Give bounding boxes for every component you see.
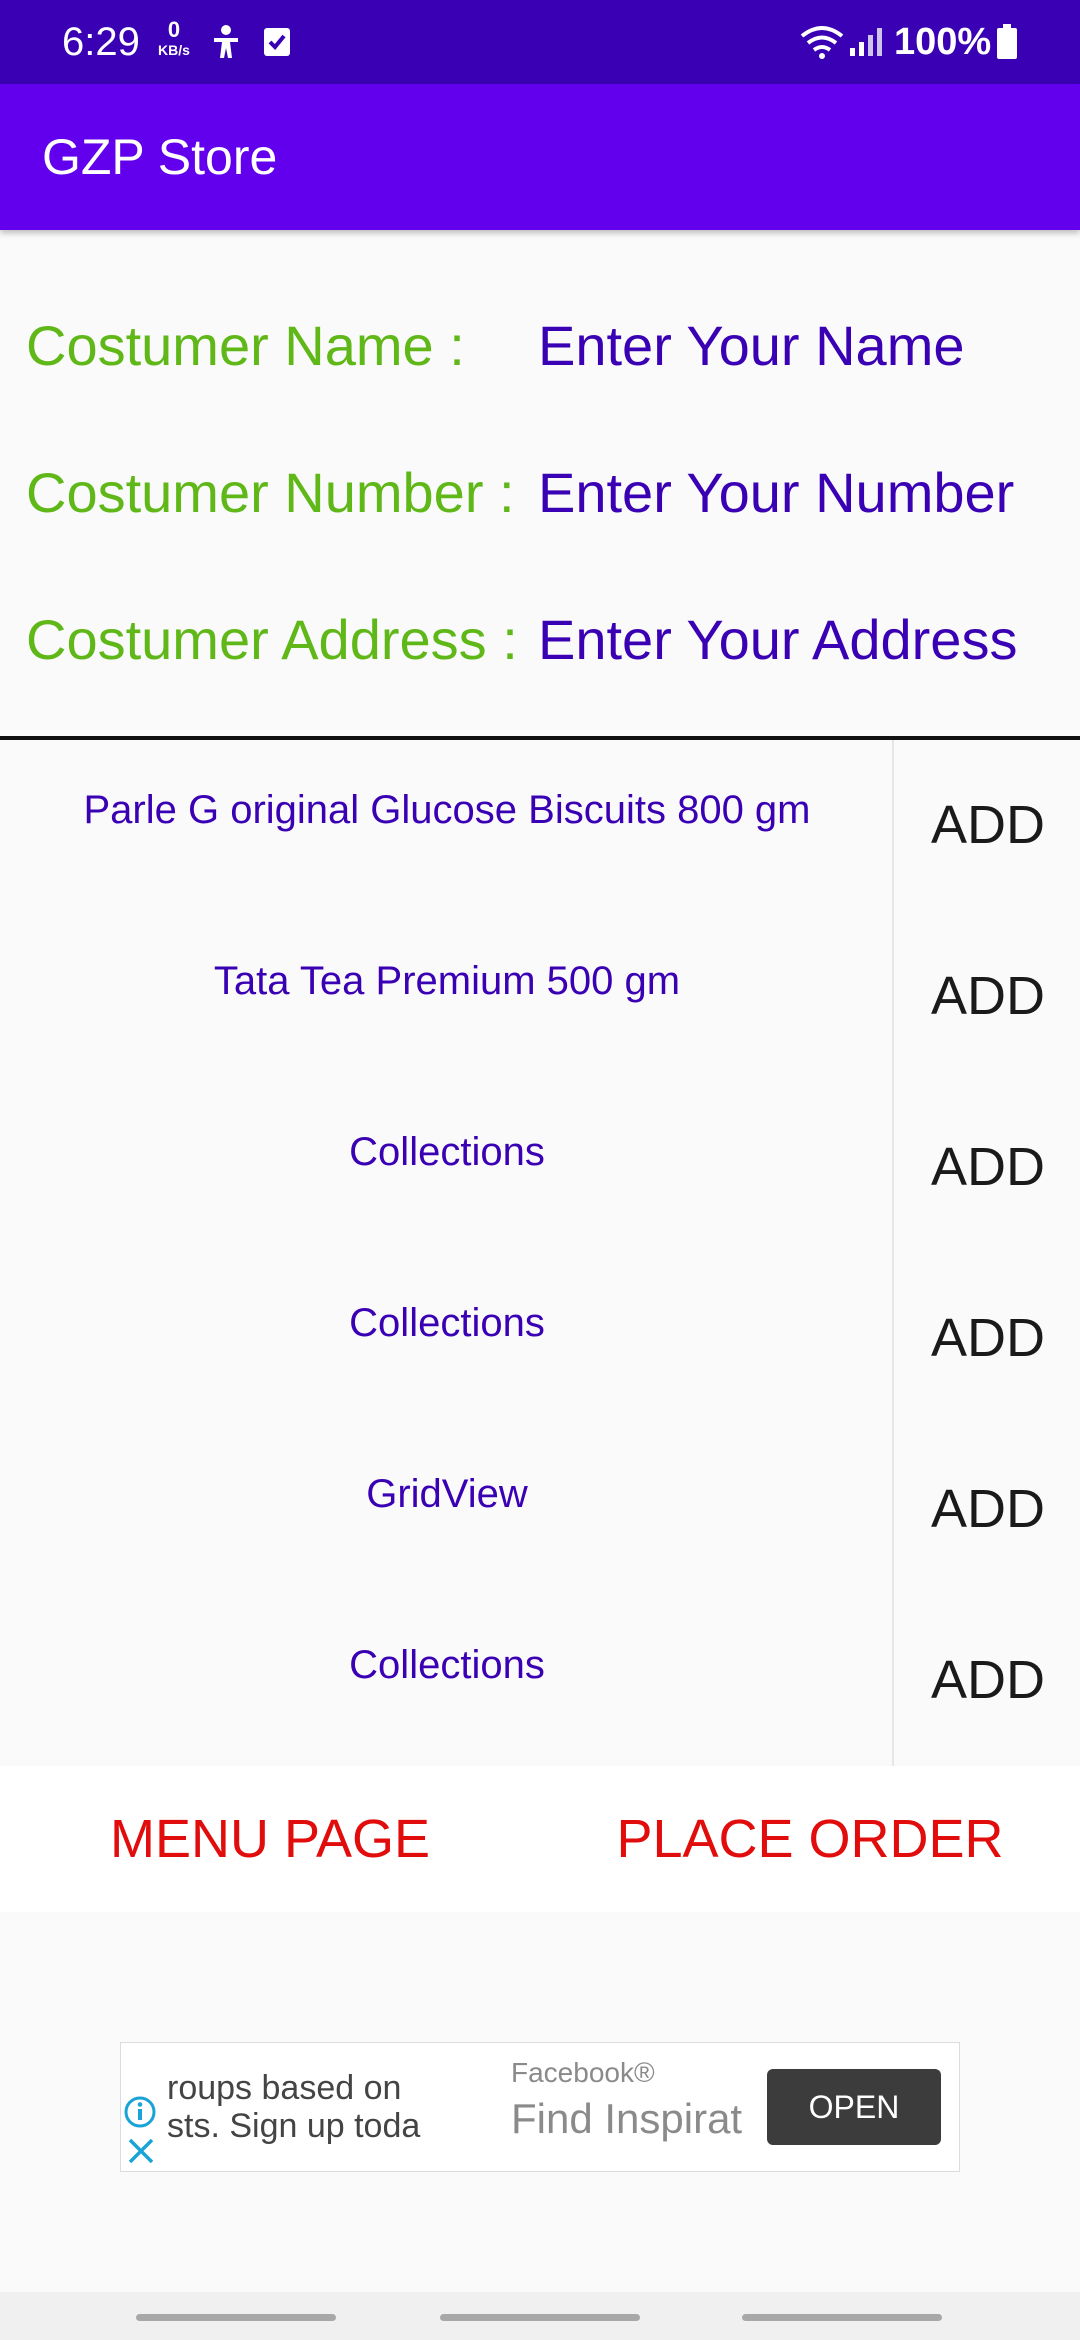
add-button[interactable]: ADD — [896, 750, 1080, 900]
customer-address-input[interactable]: Enter Your Address — [538, 590, 1068, 690]
nav-back-handle[interactable] — [742, 2314, 942, 2321]
bottom-action-bar: MENU PAGE PLACE ORDER — [0, 1766, 1080, 1912]
product-name: Collections — [349, 1130, 545, 1174]
product-name: GridView — [366, 1472, 528, 1516]
ad-open-button[interactable]: OPEN — [767, 2069, 941, 2145]
app-title: GZP Store — [42, 129, 278, 185]
customer-address-row: Costumer Address : Enter Your Address — [0, 590, 1080, 690]
customer-name-row: Costumer Name : Enter Your Name — [0, 296, 1080, 396]
system-nav-bar — [0, 2292, 1080, 2340]
product-row: Collections ADD — [0, 1082, 1080, 1253]
product-row: Collections ADD — [0, 1253, 1080, 1424]
product-row: Tata Tea Premium 500 gm ADD — [0, 911, 1080, 1082]
product-name: Parle G original Glucose Biscuits 800 gm — [83, 788, 811, 832]
battery-percent: 100% — [894, 21, 992, 63]
network-speed-indicator: 0 KB/s — [154, 17, 194, 59]
network-speed-unit: KB/s — [158, 42, 190, 58]
ad-close-icon[interactable] — [127, 2137, 155, 2170]
ad-body-text: roups based on sts. Sign up toda — [167, 2069, 467, 2145]
ad-banner[interactable]: roups based on sts. Sign up toda Faceboo… — [120, 2042, 960, 2172]
customer-number-row: Costumer Number : Enter Your Number — [0, 443, 1080, 543]
add-button[interactable]: ADD — [896, 1605, 1080, 1755]
list-column-separator — [892, 740, 894, 1766]
menu-page-button[interactable]: MENU PAGE — [60, 1766, 480, 1912]
customer-number-input[interactable]: Enter Your Number — [538, 443, 1068, 543]
signal-icon — [848, 26, 884, 63]
task-check-icon — [262, 26, 292, 63]
status-time: 6:29 — [62, 20, 140, 64]
status-bar: 6:29 0 KB/s 100% — [0, 0, 1080, 84]
product-row: Parle G original Glucose Biscuits 800 gm… — [0, 740, 1080, 911]
add-button[interactable]: ADD — [896, 921, 1080, 1071]
ad-sponsor: Facebook® — [511, 2057, 655, 2088]
product-row: GridView ADD — [0, 1424, 1080, 1595]
app-bar: GZP Store — [0, 84, 1080, 230]
place-order-button[interactable]: PLACE ORDER — [600, 1766, 1020, 1912]
battery-icon — [996, 24, 1018, 65]
add-button[interactable]: ADD — [896, 1263, 1080, 1413]
customer-name-input[interactable]: Enter Your Name — [538, 296, 1068, 396]
ad-info-icon[interactable] — [123, 2095, 157, 2134]
ad-body-line: sts. Sign up toda — [167, 2107, 421, 2145]
customer-number-label: Costumer Number : — [26, 461, 515, 524]
product-name: Tata Tea Premium 500 gm — [213, 959, 681, 1003]
add-button[interactable]: ADD — [896, 1092, 1080, 1242]
add-button[interactable]: ADD — [896, 1434, 1080, 1584]
accessibility-icon — [210, 24, 242, 65]
customer-name-label: Costumer Name : — [26, 314, 465, 377]
product-row: Collections ADD — [0, 1595, 1080, 1766]
product-name: Collections — [349, 1643, 545, 1687]
ad-body-line: roups based on — [167, 2069, 402, 2107]
wifi-icon — [800, 24, 844, 65]
nav-recents-handle[interactable] — [136, 2314, 336, 2321]
customer-address-label: Costumer Address : — [26, 608, 518, 671]
product-list[interactable]: Parle G original Glucose Biscuits 800 gm… — [0, 740, 1080, 1766]
product-name: Collections — [349, 1301, 545, 1345]
network-speed-value: 0 — [167, 17, 181, 42]
nav-home-handle[interactable] — [440, 2314, 640, 2321]
